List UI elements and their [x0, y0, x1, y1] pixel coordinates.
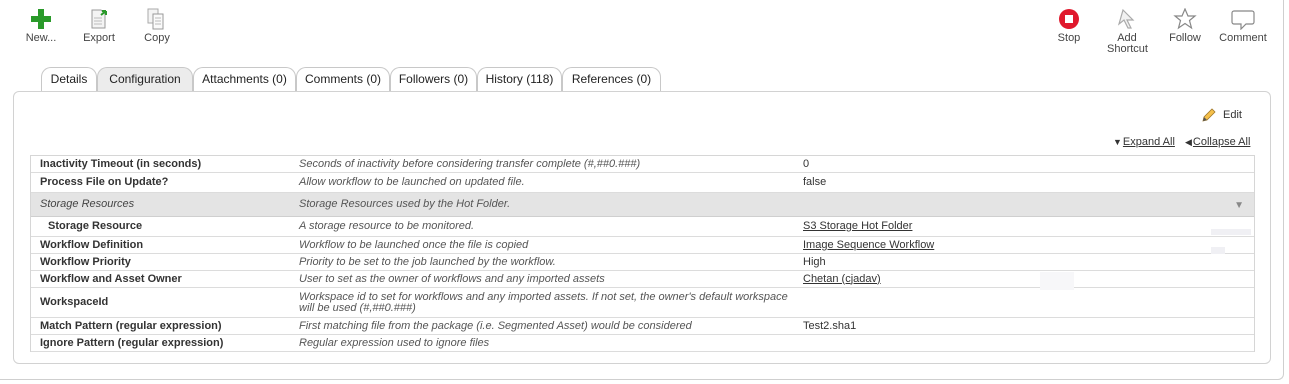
property-value [803, 288, 1203, 317]
property-name: Workflow Priority [40, 255, 131, 268]
star-icon [1173, 8, 1197, 30]
property-name: Match Pattern (regular expression) [40, 319, 222, 332]
property-name: Workflow Definition [40, 238, 144, 251]
cell-artifact [1211, 229, 1251, 235]
property-value: S3 Storage Hot Folder [803, 217, 1203, 236]
collapse-all-link[interactable]: ◀Collapse All [1185, 136, 1250, 148]
export-icon [91, 9, 107, 29]
property-table: Inactivity Timeout (in seconds) Seconds … [30, 155, 1255, 352]
property-description: Priority to be set to the job launched b… [299, 255, 556, 268]
table-row: Match Pattern (regular expression) First… [31, 318, 1254, 335]
property-description: Seconds of inactivity before considering… [299, 157, 641, 170]
workflow-definition-link[interactable]: Image Sequence Workflow [803, 239, 934, 251]
property-value: Chetan (cjadav) [803, 271, 1203, 287]
plus-icon [31, 9, 51, 29]
property-name: Inactivity Timeout (in seconds) [40, 157, 202, 170]
collapse-all-label[interactable]: Collapse All [1193, 136, 1250, 148]
property-description: Workspace id to set for workflows and an… [299, 290, 788, 314]
group-description: Storage Resources used by the Hot Folder… [299, 198, 511, 210]
tab-attachments[interactable]: Attachments (0) [193, 67, 296, 91]
tab-configuration[interactable]: Configuration [97, 67, 193, 91]
edit-label: Edit [1223, 108, 1242, 121]
property-value: 0 [803, 157, 810, 170]
copy-button[interactable]: Copy [127, 8, 187, 44]
table-row: Process File on Update? Allow workflow t… [31, 173, 1254, 193]
expand-arrow-icon: ▼ [1113, 137, 1122, 147]
tab-details[interactable]: Details [41, 67, 97, 91]
group-row-storage-resources[interactable]: Storage Resources Storage Resources used… [31, 193, 1254, 217]
property-name: Workflow and Asset Owner [40, 272, 182, 285]
property-name: Process File on Update? [40, 176, 169, 188]
stop-icon [1059, 9, 1079, 29]
group-name: Storage Resources [40, 198, 135, 210]
comment-label: Comment [1219, 32, 1267, 44]
copy-icon [147, 8, 164, 30]
property-description: First matching file from the package (i.… [299, 319, 692, 332]
comment-button[interactable]: Comment [1213, 8, 1273, 44]
property-description: User to set as the owner of workflows an… [299, 272, 605, 285]
comment-icon [1231, 10, 1255, 30]
property-name: Ignore Pattern (regular expression) [40, 336, 224, 349]
pencil-icon [1202, 108, 1216, 122]
property-value: Test2.sha1 [803, 319, 857, 332]
owner-link[interactable]: Chetan (cjadav) [803, 273, 881, 285]
stop-label: Stop [1057, 32, 1081, 44]
table-row: WorkspaceId Workspace id to set for work… [31, 288, 1254, 318]
cell-artifact [1211, 247, 1225, 254]
table-row: Storage Resource A storage resource to b… [31, 217, 1254, 237]
new-button[interactable]: New... [11, 8, 71, 44]
new-label: New... [25, 32, 57, 44]
copy-label: Copy [144, 32, 170, 44]
expand-all-link[interactable]: ▼Expand All [1113, 136, 1175, 148]
table-row: Inactivity Timeout (in seconds) Seconds … [31, 156, 1254, 173]
property-value: Image Sequence Workflow [803, 237, 1203, 253]
expand-all-label[interactable]: Expand All [1123, 136, 1175, 148]
property-value [803, 335, 1203, 351]
property-description: Regular expression used to ignore files [299, 336, 490, 349]
table-row: Workflow Definition Workflow to be launc… [31, 237, 1254, 254]
property-name: Storage Resource [48, 220, 143, 232]
tab-comments[interactable]: Comments (0) [296, 67, 390, 91]
collapse-arrow-icon: ◀ [1185, 137, 1192, 147]
cell-artifact [1040, 272, 1074, 290]
export-button[interactable]: Export [69, 8, 129, 44]
property-name: WorkspaceId [40, 296, 109, 308]
export-label: Export [83, 32, 115, 44]
stop-button[interactable]: Stop [1039, 8, 1099, 44]
table-row: Ignore Pattern (regular expression) Regu… [31, 335, 1254, 352]
follow-button[interactable]: Follow [1155, 8, 1215, 44]
tab-history[interactable]: History (118) [477, 67, 562, 91]
tab-references[interactable]: References (0) [562, 67, 661, 91]
property-description: Allow workflow to be launched on updated… [299, 176, 525, 188]
shortcut-icon [1117, 8, 1135, 29]
add-shortcut-button[interactable]: Add Shortcut [1097, 8, 1157, 55]
add-shortcut-label: Add Shortcut [1107, 32, 1148, 55]
tab-followers[interactable]: Followers (0) [390, 67, 477, 91]
storage-resource-link[interactable]: S3 Storage Hot Folder [803, 221, 912, 232]
property-value: High [803, 255, 826, 268]
property-value: false [803, 176, 827, 188]
property-description: A storage resource to be monitored. [299, 220, 475, 232]
follow-label: Follow [1169, 32, 1201, 44]
chevron-down-icon[interactable]: ▼ [1234, 200, 1244, 211]
edit-button[interactable]: Edit [1201, 107, 1242, 123]
property-description: Workflow to be launched once the file is… [299, 238, 529, 251]
table-row: Workflow Priority Priority to be set to … [31, 254, 1254, 271]
